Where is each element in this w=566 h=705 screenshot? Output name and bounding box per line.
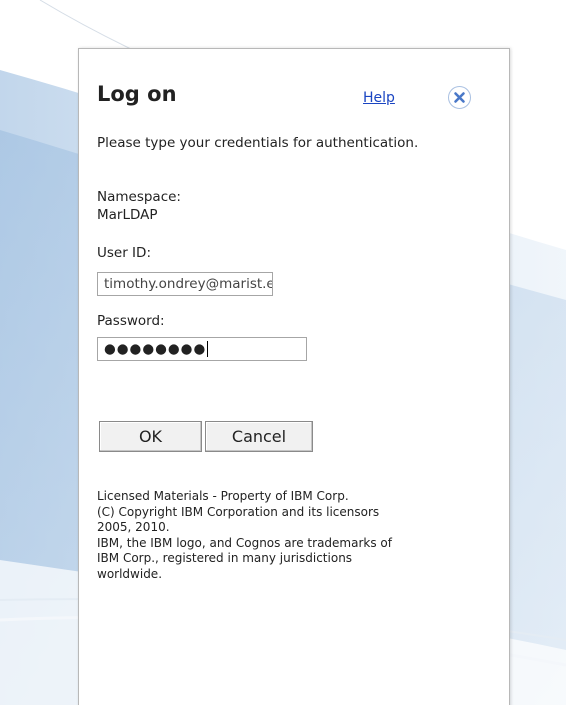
logon-dialog: Log on Help Please type your credentials…: [78, 48, 510, 705]
ok-button[interactable]: OK: [99, 421, 202, 452]
user-id-label: User ID:: [97, 245, 151, 261]
namespace-label: Namespace:: [97, 189, 181, 205]
intro-text: Please type your credentials for authent…: [97, 135, 419, 151]
close-icon: [454, 92, 465, 103]
page: Log on Help Please type your credentials…: [0, 0, 566, 705]
close-button[interactable]: [448, 86, 471, 109]
user-id-value: timothy.ondrey@marist.e: [104, 276, 273, 292]
namespace-value: MarLDAP: [97, 207, 158, 223]
text-caret: [207, 341, 209, 357]
legal-line: Licensed Materials - Property of IBM Cor…: [97, 489, 349, 503]
password-label: Password:: [97, 313, 165, 329]
legal-line: 2005, 2010.: [97, 520, 170, 534]
legal-line: IBM, the IBM logo, and Cognos are tradem…: [97, 535, 392, 550]
password-value: ●●●●●●●●: [104, 341, 207, 357]
legal-line: worldwide.: [97, 566, 163, 581]
user-id-field[interactable]: timothy.ondrey@marist.e: [97, 272, 273, 296]
password-field[interactable]: ●●●●●●●●: [97, 337, 307, 361]
legal-line: IBM Corp., registered in many jurisdicti…: [97, 551, 353, 565]
dialog-title: Log on: [97, 82, 177, 106]
help-link[interactable]: Help: [363, 90, 395, 106]
legal-line: (C) Copyright IBM Corporation and its li…: [97, 504, 380, 519]
legal-notice: Licensed Materials - Property of IBM Cor…: [97, 489, 497, 582]
cancel-button[interactable]: Cancel: [205, 421, 313, 452]
